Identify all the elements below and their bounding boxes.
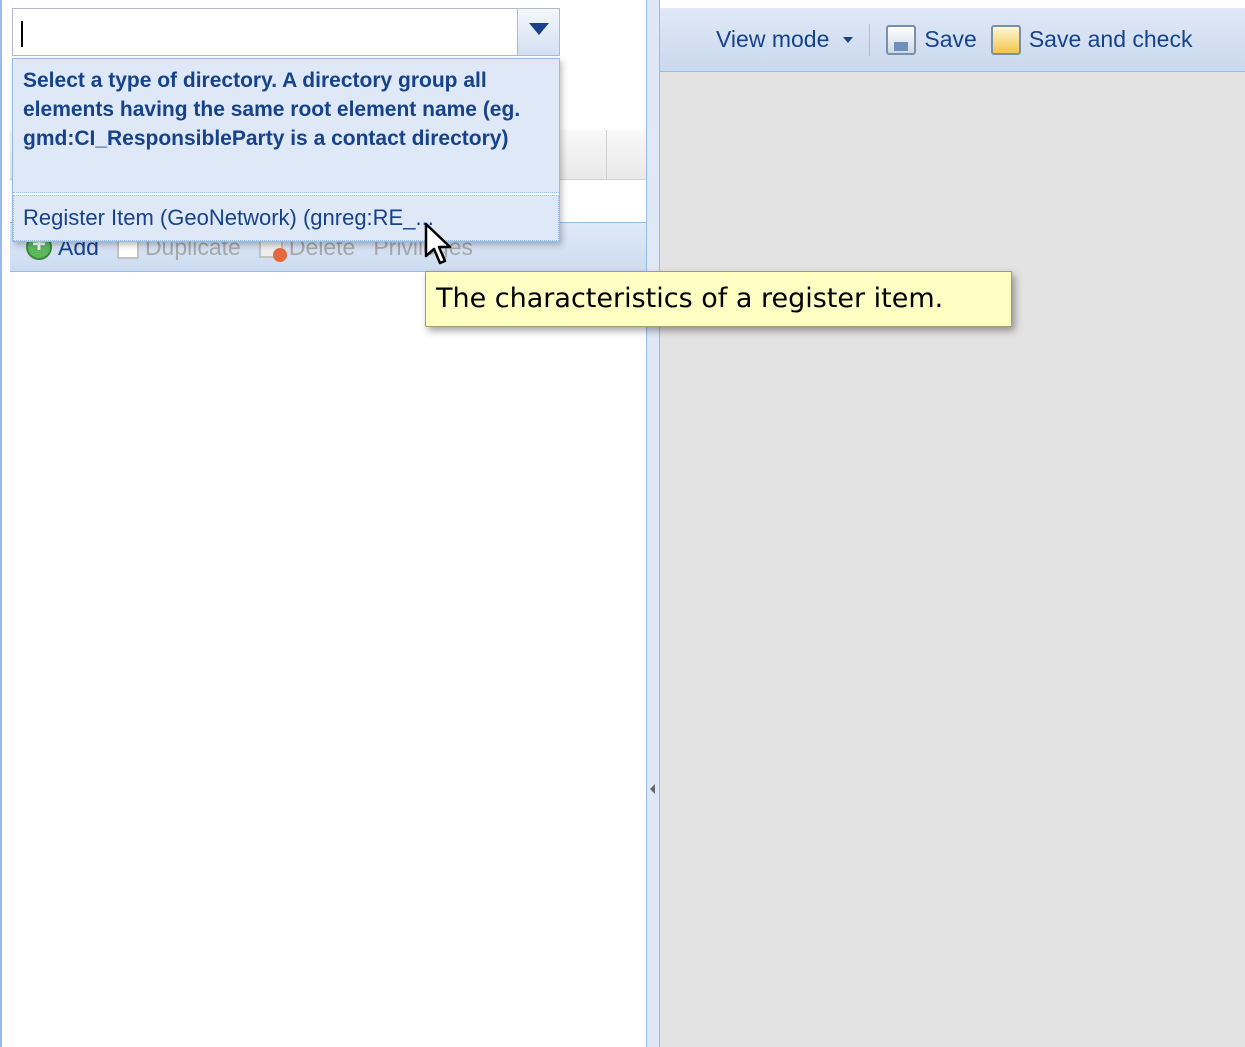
directory-list-panel: Add Duplicate Delete Privileges (0, 0, 646, 1047)
dropdown-option-register-item[interactable]: Register Item (GeoNetwork) (gnreg:RE_... (13, 195, 559, 241)
combo-dropdown-trigger[interactable] (517, 9, 559, 55)
directory-type-dropdown-list: Select a type of directory. A directory … (12, 58, 560, 242)
view-mode-menu-button[interactable]: View mode (716, 26, 854, 53)
tooltip: The characteristics of a register item. (425, 271, 1012, 327)
directory-type-combo[interactable] (12, 8, 560, 56)
save-and-check-button[interactable]: Save and check (990, 24, 1193, 55)
directory-type-input[interactable] (13, 9, 519, 55)
save-button-label: Save (924, 26, 977, 52)
view-mode-label: View mode (716, 26, 830, 52)
toolbar-separator (869, 23, 871, 56)
chevron-down-icon (529, 23, 549, 35)
mouse-pointer-icon (424, 222, 452, 265)
panel-splitter[interactable] (646, 0, 660, 1047)
text-cursor (21, 21, 23, 47)
save-check-icon (990, 24, 1021, 55)
editor-toolbar: View mode Save Save and check (660, 0, 1245, 72)
dropdown-description: Select a type of directory. A directory … (13, 59, 559, 193)
grid-column-separator[interactable] (606, 130, 607, 180)
dropdown-arrow-icon (843, 36, 854, 43)
save-icon (886, 24, 917, 55)
collapse-left-icon (650, 784, 655, 794)
directory-list-body (10, 273, 646, 1047)
save-and-check-label: Save and check (1028, 26, 1193, 52)
collapse-panel-button[interactable] (648, 750, 658, 830)
editor-panel: View mode Save Save and check (660, 0, 1245, 1047)
app-root: Add Duplicate Delete Privileges (0, 0, 1245, 1047)
save-button[interactable]: Save (886, 24, 977, 55)
